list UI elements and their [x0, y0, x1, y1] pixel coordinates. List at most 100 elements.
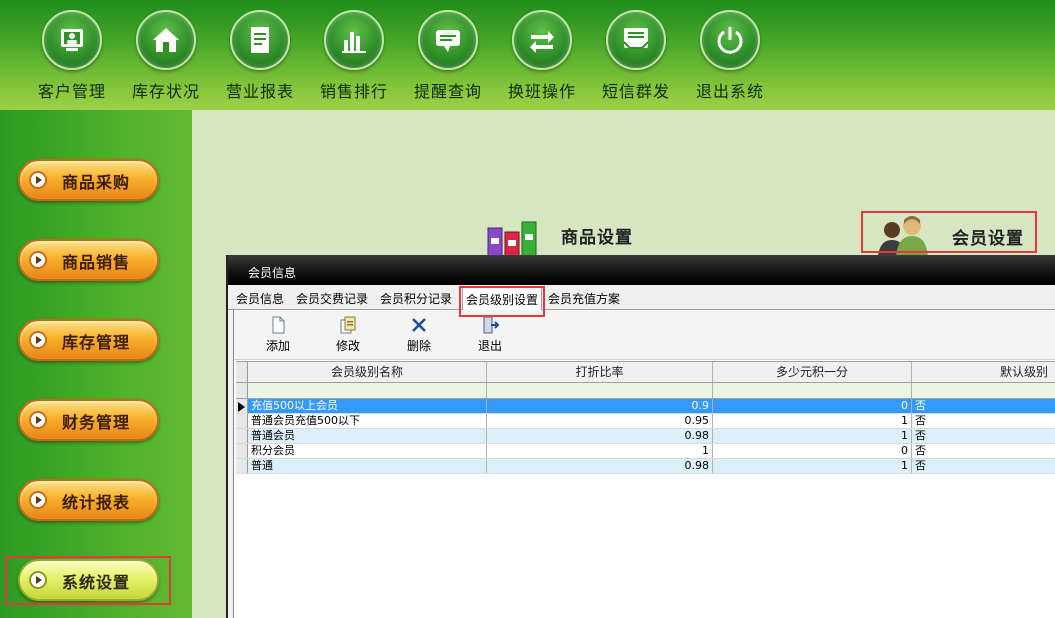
toolbar-label: 换班操作: [507, 82, 576, 101]
main-toolbar: 客户管理 库存状况 营业报表 销售排行 提醒查询 换班操作 短信群发 退出系统: [0, 0, 1055, 110]
table-row[interactable]: 普通会员充值500以下 0.95 1 否: [236, 414, 1055, 429]
shift-swap-icon: [512, 10, 572, 70]
cell-level-name[interactable]: 普通会员: [248, 429, 487, 443]
sidebar-item-label: 商品采购: [62, 173, 131, 192]
toolbar-sms-broadcast[interactable]: 短信群发: [596, 10, 676, 102]
exit-door-icon: [483, 316, 499, 334]
toolbar-label: 库存状况: [131, 82, 200, 101]
tab-recharge-plans[interactable]: 会员充值方案: [548, 290, 620, 307]
cell-yuan-per-point[interactable]: 0: [713, 444, 912, 458]
sidebar-item-label: 系统设置: [62, 573, 131, 592]
binders-icon: [487, 221, 537, 256]
cell-discount-rate[interactable]: 1: [487, 444, 713, 458]
filter-cell[interactable]: [713, 383, 912, 398]
row-selector[interactable]: [236, 429, 248, 443]
play-icon: [29, 411, 47, 429]
column-header-yuan-per-point[interactable]: 多少元积一分: [713, 362, 912, 382]
cell-discount-rate[interactable]: 0.95: [487, 414, 713, 428]
sidebar-item-inventory[interactable]: 库存管理: [18, 319, 159, 361]
cell-yuan-per-point[interactable]: 0: [713, 399, 912, 413]
cell-default-level[interactable]: 否: [912, 414, 1055, 428]
sms-icon: [606, 10, 666, 70]
cell-yuan-per-point[interactable]: 1: [713, 429, 912, 443]
cell-level-name[interactable]: 积分会员: [248, 444, 487, 458]
toolbar-sales-ranking[interactable]: 销售排行: [314, 10, 394, 102]
cell-default-level[interactable]: 否: [912, 429, 1055, 443]
toolbar-label: 客户管理: [37, 82, 106, 101]
sidebar-item-label: 库存管理: [62, 333, 131, 352]
cell-default-level[interactable]: 否: [912, 399, 1055, 413]
new-document-icon: [272, 316, 285, 334]
column-header-discount-rate[interactable]: 打折比率: [487, 362, 713, 382]
filter-cell[interactable]: [487, 383, 713, 398]
level-settings-panel: 添加 修改 删除 退出 会员级别名称 打折比率 多少元积一分 默认级别 充值50…: [233, 310, 1055, 618]
add-label: 添加: [265, 339, 290, 353]
reminder-icon: [418, 10, 478, 70]
table-row[interactable]: 积分会员 1 0 否: [236, 444, 1055, 459]
column-header-default-level[interactable]: 默认级别: [912, 362, 1055, 382]
grid-filter-row[interactable]: [236, 383, 1055, 399]
member-settings-shortcut[interactable]: 会员设置: [876, 214, 1036, 256]
row-selector[interactable]: [236, 459, 248, 473]
toolbar-reminder-query[interactable]: 提醒查询: [408, 10, 488, 102]
row-selector[interactable]: [236, 444, 248, 458]
member-info-window: 会员信息 会员信息 会员交费记录 会员积分记录 会员级别设置 会员充值方案 添加…: [226, 255, 1055, 618]
cell-discount-rate[interactable]: 0.9: [487, 399, 713, 413]
delete-label: 删除: [406, 339, 431, 353]
cell-level-name[interactable]: 充值500以上会员: [248, 399, 487, 413]
toolbar-customer-management[interactable]: 客户管理: [32, 10, 112, 102]
column-header-level-name[interactable]: 会员级别名称: [248, 362, 487, 382]
cell-discount-rate[interactable]: 0.98: [487, 429, 713, 443]
report-icon: [230, 10, 290, 70]
play-icon: [29, 251, 47, 269]
cell-discount-rate[interactable]: 0.98: [487, 459, 713, 473]
toolbar-business-report[interactable]: 营业报表: [220, 10, 300, 102]
toolbar-shift-change[interactable]: 换班操作: [502, 10, 582, 102]
product-settings-shortcut[interactable]: 商品设置: [486, 220, 646, 256]
tab-points-records[interactable]: 会员积分记录: [380, 290, 452, 307]
toolbar-label: 营业报表: [225, 82, 294, 101]
toolbar-label: 退出系统: [695, 82, 764, 101]
row-selector[interactable]: [236, 414, 248, 428]
tab-strip: 会员信息 会员交费记录 会员积分记录 会员级别设置 会员充值方案: [228, 285, 1055, 310]
toolbar-exit-system[interactable]: 退出系统: [690, 10, 770, 102]
edit-label: 修改: [335, 339, 360, 353]
sidebar-item-statistics[interactable]: 统计报表: [18, 479, 159, 521]
toolbar-label: 提醒查询: [413, 82, 482, 101]
cell-yuan-per-point[interactable]: 1: [713, 459, 912, 473]
tab-level-settings[interactable]: 会员级别设置: [462, 287, 543, 310]
cell-default-level[interactable]: 否: [912, 459, 1055, 473]
filter-cell[interactable]: [248, 383, 487, 398]
sidebar-item-sales[interactable]: 商品销售: [18, 239, 159, 281]
edit-button[interactable]: 修改: [328, 316, 368, 354]
sidebar-item-label: 统计报表: [62, 493, 131, 512]
table-row[interactable]: 充值500以上会员 0.9 0 否: [236, 399, 1055, 414]
delete-button[interactable]: 删除: [399, 316, 439, 354]
cell-level-name[interactable]: 普通会员充值500以下: [248, 414, 487, 428]
play-icon: [29, 491, 47, 509]
sidebar: 商品采购 商品销售 库存管理 财务管理 统计报表 系统设置: [0, 110, 192, 618]
toolbar-label: 销售排行: [319, 82, 388, 101]
tab-payment-records[interactable]: 会员交费记录: [296, 290, 368, 307]
sidebar-item-finance[interactable]: 财务管理: [18, 399, 159, 441]
grid-toolbar: 添加 修改 删除 退出: [234, 310, 1055, 360]
add-button[interactable]: 添加: [258, 316, 298, 354]
filter-cell[interactable]: [912, 383, 1055, 398]
row-selector[interactable]: [236, 399, 248, 413]
exit-button[interactable]: 退出: [470, 316, 510, 354]
cell-yuan-per-point[interactable]: 1: [713, 414, 912, 428]
play-icon: [29, 171, 47, 189]
toolbar-inventory-status[interactable]: 库存状况: [126, 10, 206, 102]
sidebar-item-system-settings[interactable]: 系统设置: [18, 559, 159, 601]
product-settings-label: 商品设置: [561, 228, 633, 248]
cell-default-level[interactable]: 否: [912, 444, 1055, 458]
tab-member-info[interactable]: 会员信息: [236, 290, 284, 307]
bar-chart-icon: [324, 10, 384, 70]
cell-level-name[interactable]: 普通: [248, 459, 487, 473]
table-row[interactable]: 普通 0.98 1 否: [236, 459, 1055, 474]
toolbar-label: 短信群发: [601, 82, 670, 101]
grid-header-row: 会员级别名称 打折比率 多少元积一分 默认级别: [236, 361, 1055, 383]
delete-x-icon: [412, 318, 426, 332]
table-row[interactable]: 普通会员 0.98 1 否: [236, 429, 1055, 444]
sidebar-item-purchase[interactable]: 商品采购: [18, 159, 159, 201]
